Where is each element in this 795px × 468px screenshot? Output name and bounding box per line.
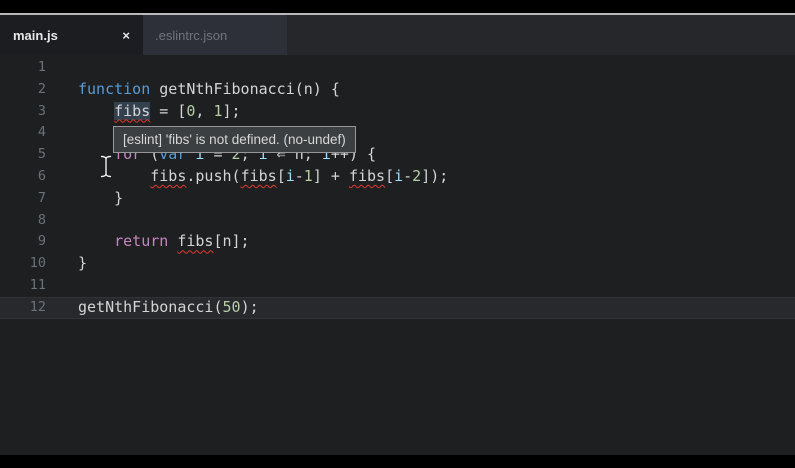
line-number: 6: [0, 166, 46, 188]
code-line[interactable]: 12 getNthFibonacci(50);: [0, 297, 795, 319]
code-token: fibs: [114, 102, 150, 120]
code-text: fibs = [0, 1];: [78, 101, 241, 123]
code-token: -: [295, 167, 304, 185]
code-line[interactable]: 1: [0, 57, 795, 79]
code-token: [: [385, 167, 394, 185]
tab-label: main.js: [13, 28, 58, 43]
code-text: function getNthFibonacci(n) {: [78, 79, 340, 101]
code-token: fibs: [349, 167, 385, 185]
line-number: 5: [0, 144, 46, 166]
code-line[interactable]: 2 function getNthFibonacci(n) {: [0, 79, 795, 101]
code-token: }: [78, 189, 123, 207]
code-token: 2: [412, 167, 421, 185]
code-token: fibs: [177, 232, 213, 250]
tab-label: .eslintrc.json: [155, 28, 227, 43]
code-token: getNthFibonacci(: [78, 298, 223, 316]
code-token: i: [394, 167, 403, 185]
code-token: );: [241, 298, 259, 316]
code-token: [78, 232, 114, 250]
code-token: 50: [223, 298, 241, 316]
code-token: = [: [150, 102, 186, 120]
tab-eslintrc-json[interactable]: .eslintrc.json: [143, 15, 287, 55]
code-token: (n) {: [295, 80, 340, 98]
code-token: -: [403, 167, 412, 185]
line-number: 2: [0, 79, 46, 101]
code-line[interactable]: 9 return fibs[n];: [0, 231, 795, 253]
line-number: 12: [0, 297, 46, 319]
code-line[interactable]: 3 fibs = [0, 1];: [0, 101, 795, 123]
code-token: ];: [223, 102, 241, 120]
line-number: 10: [0, 253, 46, 275]
title-bar: [0, 0, 795, 13]
line-number: 4: [0, 122, 46, 144]
code-line[interactable]: 6 fibs.push(fibs[i-1] + fibs[i-2]);: [0, 166, 795, 188]
code-token: function: [78, 80, 159, 98]
code-text: getNthFibonacci(50);: [78, 297, 259, 319]
editor-window: main.js × .eslintrc.json 12function getN…: [0, 0, 795, 468]
code-token: return: [114, 232, 168, 250]
close-icon[interactable]: ×: [122, 29, 130, 42]
code-line[interactable]: 7 }: [0, 188, 795, 210]
code-token: fibs: [150, 167, 186, 185]
code-token: 1: [213, 102, 222, 120]
code-token: fibs: [241, 167, 277, 185]
code-token: }: [78, 254, 87, 272]
code-token: ] +: [313, 167, 349, 185]
code-token: [78, 102, 114, 120]
line-number: 1: [0, 57, 46, 79]
code-token: getNthFibonacci: [159, 80, 294, 98]
tab-bar: main.js × .eslintrc.json: [0, 15, 795, 55]
code-token: 1: [304, 167, 313, 185]
line-number: 3: [0, 101, 46, 123]
code-token: [: [277, 167, 286, 185]
code-line[interactable]: 10}: [0, 253, 795, 275]
code-editor[interactable]: 12function getNthFibonacci(n) {3 fibs = …: [0, 55, 795, 455]
line-number: 7: [0, 188, 46, 210]
lint-error-tooltip: [eslint] 'fibs' is not defined. (no-unde…: [113, 126, 356, 153]
bottom-bar: [0, 455, 795, 468]
code-token: [78, 167, 150, 185]
line-number: 8: [0, 210, 46, 232]
ibeam-cursor: [99, 154, 113, 183]
code-lines: 12function getNthFibonacci(n) {3 fibs = …: [0, 57, 795, 319]
code-token: [168, 232, 177, 250]
tab-main-js[interactable]: main.js ×: [0, 15, 143, 55]
code-token: ]);: [421, 167, 448, 185]
code-line[interactable]: 8: [0, 210, 795, 232]
code-text: return fibs[n];: [78, 231, 250, 253]
code-token: [n];: [213, 232, 249, 250]
code-token: i: [286, 167, 295, 185]
code-token: .push(: [186, 167, 240, 185]
code-text: }: [78, 253, 87, 275]
lint-error-text: [eslint] 'fibs' is not defined. (no-unde…: [123, 132, 346, 147]
line-number: 9: [0, 231, 46, 253]
code-text: }: [78, 188, 123, 210]
code-text: fibs.push(fibs[i-1] + fibs[i-2]);: [78, 166, 448, 188]
code-line[interactable]: 11: [0, 275, 795, 297]
code-token: ,: [195, 102, 213, 120]
line-number: 11: [0, 275, 46, 297]
